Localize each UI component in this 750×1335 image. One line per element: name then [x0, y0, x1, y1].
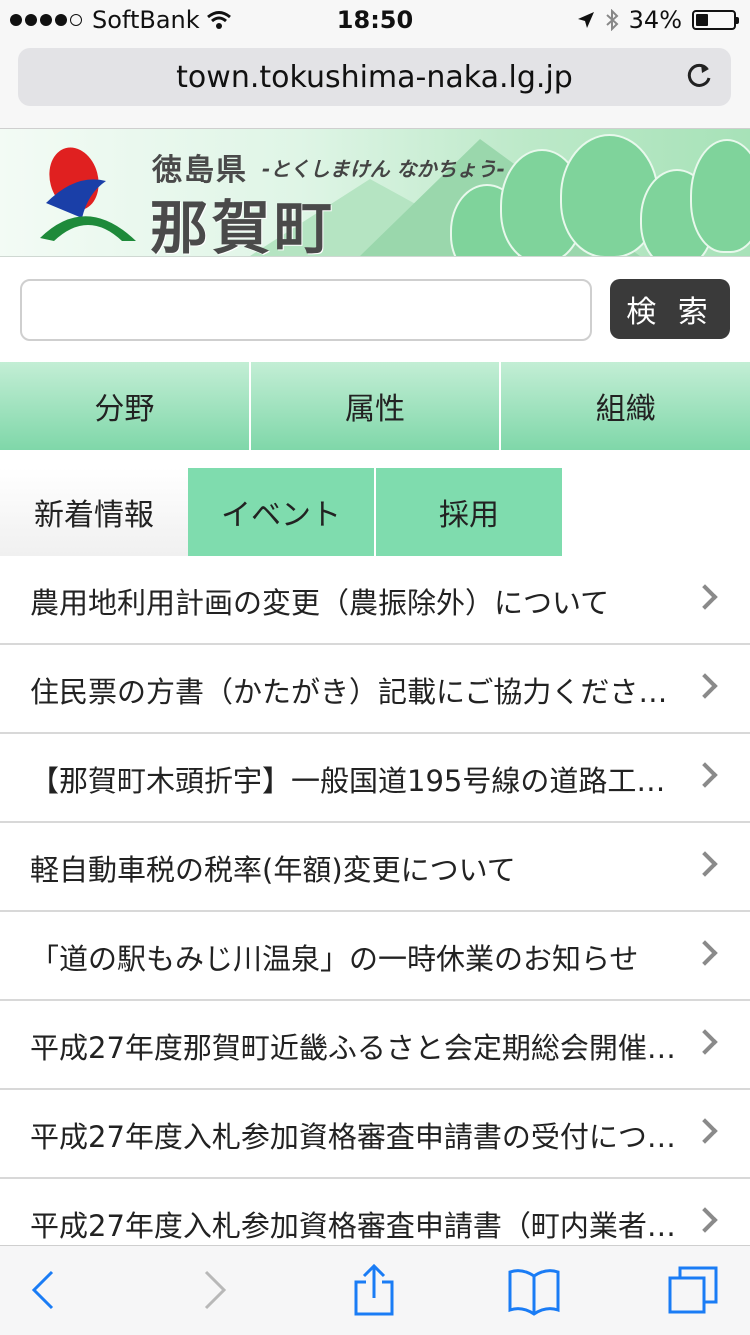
- category-organization-tab[interactable]: 組織: [501, 362, 750, 450]
- status-right: 34%: [577, 6, 739, 34]
- town-emblem-icon: [40, 147, 136, 241]
- chevron-right-icon: [692, 851, 718, 877]
- chevron-right-icon: [692, 584, 718, 610]
- share-icon[interactable]: [346, 1262, 402, 1318]
- list-item[interactable]: 【那賀町木頭折宇】一般国道195号線の道路工…: [0, 734, 750, 823]
- browser-address-area: town.tokushima-naka.lg.jp: [0, 40, 750, 129]
- chevron-right-icon: [692, 1118, 718, 1144]
- list-item[interactable]: 軽自動車税の税率(年額)変更について: [0, 823, 750, 912]
- search-button[interactable]: 検 索: [610, 279, 730, 339]
- category-attribute-tab[interactable]: 属性: [250, 362, 502, 450]
- browser-toolbar: [0, 1245, 750, 1335]
- category-nav: 分野 属性 組織: [0, 362, 750, 450]
- town-name: 那賀町: [150, 194, 337, 257]
- tree-decoration: [690, 139, 750, 253]
- category-field-tab[interactable]: 分野: [0, 362, 251, 450]
- back-icon[interactable]: [18, 1262, 74, 1318]
- list-item-title: 平成27年度入札参加資格審査申請書（町内業者…: [30, 1209, 676, 1243]
- news-tabs: 新着情報 イベント 採用: [0, 468, 750, 556]
- list-item[interactable]: 平成27年度那賀町近畿ふるさと会定期総会開催…: [0, 1001, 750, 1090]
- town-kana: -とくしまけん なかちょう-: [262, 157, 505, 181]
- search-input[interactable]: [20, 279, 592, 341]
- list-item[interactable]: 「道の駅もみじ川温泉」の一時休業のお知らせ: [0, 912, 750, 1001]
- list-item-title: 軽自動車税の税率(年額)変更について: [30, 853, 516, 887]
- site-header-banner[interactable]: 徳島県 -とくしまけん なかちょう- 那賀町: [0, 129, 750, 257]
- chevron-right-icon: [692, 762, 718, 788]
- bookmarks-icon[interactable]: [506, 1262, 562, 1318]
- chevron-right-icon: [692, 1029, 718, 1055]
- list-item-title: 農用地利用計画の変更（農振除外）について: [30, 586, 610, 620]
- status-bar: SoftBank 18:50 34%: [0, 0, 750, 40]
- address-bar[interactable]: town.tokushima-naka.lg.jp: [18, 48, 731, 106]
- list-item-title: 【那賀町木頭折宇】一般国道195号線の道路工…: [30, 764, 666, 798]
- battery-percent: 34%: [628, 6, 682, 34]
- list-item[interactable]: 農用地利用計画の変更（農振除外）について: [0, 556, 750, 645]
- list-item[interactable]: 住民票の方書（かたがき）記載にご協力くださ…: [0, 645, 750, 734]
- tab-recruitment[interactable]: 採用: [376, 468, 562, 556]
- news-list: 農用地利用計画の変更（農振除外）について 住民票の方書（かたがき）記載にご協力く…: [0, 556, 750, 1268]
- list-item-title: 「道の駅もみじ川温泉」の一時休業のお知らせ: [30, 942, 639, 976]
- chevron-right-icon: [692, 940, 718, 966]
- tab-new-info[interactable]: 新着情報: [0, 468, 188, 556]
- tab-events[interactable]: イベント: [188, 468, 374, 556]
- battery-icon: [692, 10, 739, 30]
- list-item-title: 住民票の方書（かたがき）記載にご協力くださ…: [30, 675, 668, 709]
- location-arrow-icon: [577, 12, 594, 28]
- list-item-title: 平成27年度那賀町近畿ふるさと会定期総会開催…: [30, 1031, 676, 1065]
- bluetooth-icon: [605, 9, 619, 31]
- list-item[interactable]: 平成27年度入札参加資格審査申請書の受付につ…: [0, 1090, 750, 1179]
- reload-icon[interactable]: [683, 60, 715, 92]
- tabs-icon[interactable]: [666, 1262, 722, 1318]
- chevron-right-icon: [692, 673, 718, 699]
- list-item-title: 平成27年度入札参加資格審査申請書の受付につ…: [30, 1120, 676, 1154]
- forward-icon[interactable]: [184, 1262, 240, 1318]
- url-text[interactable]: town.tokushima-naka.lg.jp: [18, 60, 731, 95]
- chevron-right-icon: [692, 1207, 718, 1233]
